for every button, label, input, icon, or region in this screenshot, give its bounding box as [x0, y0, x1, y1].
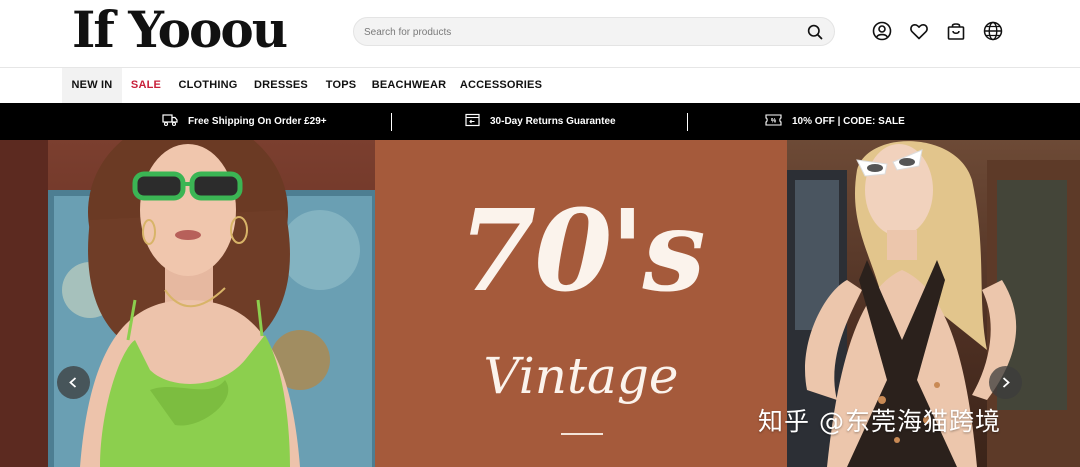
nav-item-sale[interactable]: SALE: [126, 68, 166, 103]
return-box-icon: [465, 114, 480, 127]
carousel-prev-button[interactable]: [57, 366, 90, 399]
search-bar[interactable]: [353, 17, 835, 46]
nav-item-new-in[interactable]: NEW IN: [62, 68, 122, 103]
model-left-illustration: [0, 140, 375, 467]
promo-bar: Free Shipping On Order £29+ 30-Day Retur…: [0, 103, 1080, 140]
nav-item-dresses[interactable]: DRESSES: [251, 68, 311, 103]
svg-text:%: %: [771, 119, 777, 125]
shopping-bag-icon[interactable]: [945, 20, 967, 42]
nav-item-beachwear[interactable]: BEACHWEAR: [370, 68, 448, 103]
promo-divider: [391, 113, 392, 131]
promo-item-returns[interactable]: 30-Day Returns Guarantee: [465, 103, 616, 140]
promo-returns-text: 30-Day Returns Guarantee: [490, 116, 616, 127]
discount-tag-icon: %: [765, 114, 782, 126]
search-input[interactable]: [364, 22, 784, 42]
wishlist-heart-icon[interactable]: [908, 20, 930, 42]
promo-shipping-text: Free Shipping On Order £29+: [188, 116, 327, 127]
chevron-left-icon: [69, 377, 77, 388]
nav-item-accessories[interactable]: ACCESSORIES: [459, 68, 543, 103]
hero-subheadline: Vintage: [483, 347, 679, 405]
user-account-icon[interactable]: [871, 20, 893, 42]
chevron-right-icon: [1002, 377, 1010, 388]
hero-center-panel: 70's Vintage: [375, 140, 787, 467]
hero-divider: [561, 433, 603, 435]
hero-headline: 70's: [458, 186, 705, 317]
brand-logo[interactable]: If Yooou: [72, 4, 288, 56]
search-icon[interactable]: [807, 24, 823, 40]
hero-model-left-image: [0, 140, 375, 467]
truck-icon: [162, 114, 178, 127]
site-header: If Yooou: [0, 0, 1080, 68]
nav-item-clothing[interactable]: CLOTHING: [176, 68, 240, 103]
promo-discount-text: 10% OFF | CODE: SALE: [792, 116, 905, 127]
carousel-next-button[interactable]: [989, 366, 1022, 399]
promo-divider: [687, 113, 688, 131]
main-nav: NEW IN SALE CLOTHING DRESSES TOPS BEACHW…: [0, 68, 1080, 103]
language-globe-icon[interactable]: [982, 20, 1004, 42]
promo-item-discount[interactable]: % 10% OFF | CODE: SALE: [765, 103, 905, 140]
watermark-text: 知乎 @东莞海猫跨境: [758, 407, 1001, 436]
nav-item-tops[interactable]: TOPS: [322, 68, 360, 103]
promo-item-shipping[interactable]: Free Shipping On Order £29+: [162, 103, 327, 140]
